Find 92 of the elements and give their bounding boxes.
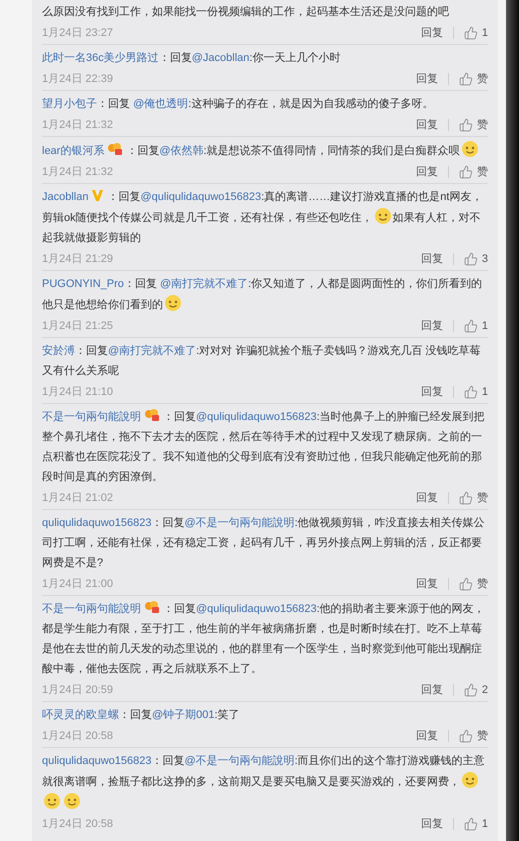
username-link[interactable]: quliqulidaquwo156823 <box>42 755 152 767</box>
comment-date: 1月24日 20:59 <box>42 682 113 698</box>
reply-link[interactable]: 回复 <box>420 250 443 268</box>
comment-date: 1月24日 22:39 <box>42 72 113 87</box>
comment-date: 1月24日 21:32 <box>42 118 113 133</box>
emoji-icon <box>164 294 182 312</box>
mention-link[interactable]: @quliqulidaquwo156823 <box>196 603 317 615</box>
username-link[interactable]: quliqulidaquwo156823 <box>42 517 152 529</box>
comment-text: 此时一名36c美少男路过：回复@Jacobllan:你一天上几个小时 <box>42 50 342 66</box>
mention-link[interactable]: @Jacobllan <box>192 52 250 64</box>
thumbs-up-icon <box>464 26 478 40</box>
username-link[interactable]: 不是一句兩句能說明 <box>42 603 141 615</box>
comment-date: 1月24日 20:58 <box>42 728 113 744</box>
like-button[interactable]: 1 <box>464 318 488 334</box>
mention-link[interactable]: @quliqulidaquwo156823 <box>196 411 317 423</box>
like-button[interactable]: 赞 <box>459 490 488 506</box>
v-badge-icon <box>91 189 104 202</box>
thumbs-up-icon <box>464 817 478 831</box>
like-button[interactable]: 3 <box>464 250 488 268</box>
reply-link[interactable]: 回复 <box>416 576 438 592</box>
reply-link[interactable]: 回复 <box>420 318 443 334</box>
emoji-icon <box>43 792 61 810</box>
comment-date: 1月24日 23:27 <box>42 26 113 41</box>
like-button[interactable]: 赞 <box>459 164 488 180</box>
thumbs-up-icon <box>464 319 478 333</box>
like-button[interactable]: 2 <box>464 682 488 698</box>
comment-text: lear的银河系 ：回复@依然韩:就是想说茶不值得同情，同情茶的我们是白痴群众呗 <box>42 140 488 161</box>
comment-text: PUGONYIN_Pro：回复 @南打完就不难了:你又知道了，人都是圆两面性的，你们所看到的他只是他想给你们看到的 <box>42 276 484 314</box>
comment-date: 1月24日 21:02 <box>42 490 113 506</box>
reply-link[interactable]: 回复 <box>416 116 438 134</box>
emoji-icon <box>63 792 81 810</box>
reply-link[interactable]: 回复 <box>416 164 438 180</box>
like-button[interactable]: 1 <box>464 24 488 42</box>
reply-link[interactable]: 回复 <box>416 70 438 88</box>
reply-link[interactable]: 回复 <box>420 816 443 832</box>
mention-link[interactable]: @钟子期001 <box>152 709 215 721</box>
emoji-icon <box>460 140 479 158</box>
reply-link[interactable]: 回复 <box>420 384 443 400</box>
thumbs-up-icon <box>459 72 473 86</box>
emoji-icon <box>461 771 479 789</box>
mention-link[interactable]: @南打完就不难了 <box>108 345 196 357</box>
like-button[interactable]: 赞 <box>459 728 488 744</box>
fan-badge-icon <box>107 142 124 156</box>
username-link[interactable]: Jacobllan <box>42 191 88 203</box>
reply-link[interactable]: 回复 <box>420 682 443 698</box>
comment-date: 1月24日 21:29 <box>42 252 113 267</box>
reply-link[interactable]: 回复 <box>420 24 443 42</box>
username-link[interactable]: 此时一名36c美少男路过 <box>42 52 159 64</box>
thumbs-up-icon <box>459 118 473 132</box>
thumbs-up-icon <box>464 252 478 266</box>
comment-text: Jacobllan ：回复@quliqulidaquwo156823:真的离谱……建议打游戏直播的也是nt网友，剪辑ok随便找个传媒公司就是几千工资，还有社保，有些还包吃住， 如果有人杠，对不起我就做摄影剪辑的 <box>42 188 484 246</box>
emoji-icon <box>374 207 392 225</box>
thumbs-up-icon <box>464 683 478 697</box>
thumbs-up-icon <box>459 165 473 179</box>
username-link[interactable]: 安於溥 <box>42 345 75 357</box>
reply-link[interactable]: 回复 <box>416 728 438 744</box>
comment-date: 1月24日 21:25 <box>42 318 113 334</box>
mention-link[interactable]: @俺也透明 <box>133 98 188 110</box>
comment-date: 1月24日 20:58 <box>42 816 113 832</box>
comment-text: 吥灵灵的欧皇螺：回复@钟子期001:笑了 <box>42 708 241 723</box>
comment-text: 么原因没有找到工作，如果能找一份视频编辑的工作，起码基本生活还是没问题的吧 <box>42 5 450 20</box>
like-button[interactable]: 赞 <box>459 70 488 88</box>
username-link[interactable]: PUGONYIN_Pro <box>42 278 124 290</box>
mention-link[interactable]: @南打完就不难了 <box>160 278 248 290</box>
comment-text: quliqulidaquwo156823：回复@不是一句兩句能說明:而且你们出的这个靠打游戏赚钱的主意就很离谱啊，捡瓶子都比这挣的多，这前期又是要买电脑又是要买游戏的，还要网费， <box>42 751 488 813</box>
like-button[interactable]: 赞 <box>459 116 488 134</box>
username-link[interactable]: lear的银河系 <box>42 145 104 157</box>
fan-badge-icon <box>144 600 160 614</box>
comment-text: 望月小包子：回复 @俺也透明:这种骗子的存在，就是因为自我感动的傻子多呀。 <box>42 96 434 112</box>
username-link[interactable]: 吥灵灵的欧皇螺 <box>42 709 119 721</box>
mention-link[interactable]: @不是一句兩句能說明 <box>184 755 295 767</box>
thumbs-up-icon <box>464 385 478 399</box>
comment-date: 1月24日 21:00 <box>42 576 113 592</box>
mention-link[interactable]: @依然韩 <box>159 145 204 157</box>
like-button[interactable]: 赞 <box>459 576 488 592</box>
like-button[interactable]: 1 <box>464 384 488 400</box>
thumbs-up-icon <box>459 577 473 591</box>
like-button[interactable]: 1 <box>464 816 488 832</box>
reply-link[interactable]: 回复 <box>416 490 438 506</box>
username-link[interactable]: 不是一句兩句能說明 <box>42 411 141 423</box>
comment-text: quliqulidaquwo156823：回复@不是一句兩句能說明:他做视频剪辑，咋没直接去相关传媒公司打工啊，还能有社保，还有稳定工资，起码有几千，再另外接点网上剪辑的活，反正都要网费是不是? <box>42 516 486 571</box>
comment-date: 1月24日 21:10 <box>42 384 113 400</box>
fan-badge-icon <box>144 408 160 422</box>
thumbs-up-icon <box>459 729 473 743</box>
comment-text: 不是一句兩句能說明 ：回复@quliqulidaquwo156823:他的捐助者主要来源于他的网友，都是学生能力有限，至于打工，他生前的半年被病痛折磨，也是时断时续在打。吃不上草莓是他在去世的前几天发的动态里说的，他的群里有一个医学生，当时察觉到他可能出现酮症酸中毒，催他去医院，再之后就联系不上了。 <box>42 599 488 679</box>
username-link[interactable]: 望月小包子 <box>42 98 97 110</box>
comment-text: 安於溥：回复@南打完就不难了:对对对 诈骗犯就捡个瓶子卖钱吗？游戏充几百 没钱吃草莓又有什么关系呢 <box>42 344 482 379</box>
comment-text: 不是一句兩句能說明 ：回复@quliqulidaquwo156823:当时他鼻子上的肿瘤已经发展到把整个鼻孔堵住，拖不下去才去的医院，然后在等待手术的过程中又发现了糖尿病。之前的一点积蓄也在医院花没了。我不知道他的父母到底有没有资助过他，但我只能确定他死前的那段时间是真的穷困潦倒。 <box>42 407 488 487</box>
comment-date: 1月24日 21:32 <box>42 164 113 180</box>
thumbs-up-icon <box>459 491 473 505</box>
mention-link[interactable]: @quliqulidaquwo156823 <box>140 191 262 203</box>
mention-link[interactable]: @不是一句兩句能說明 <box>184 517 295 529</box>
